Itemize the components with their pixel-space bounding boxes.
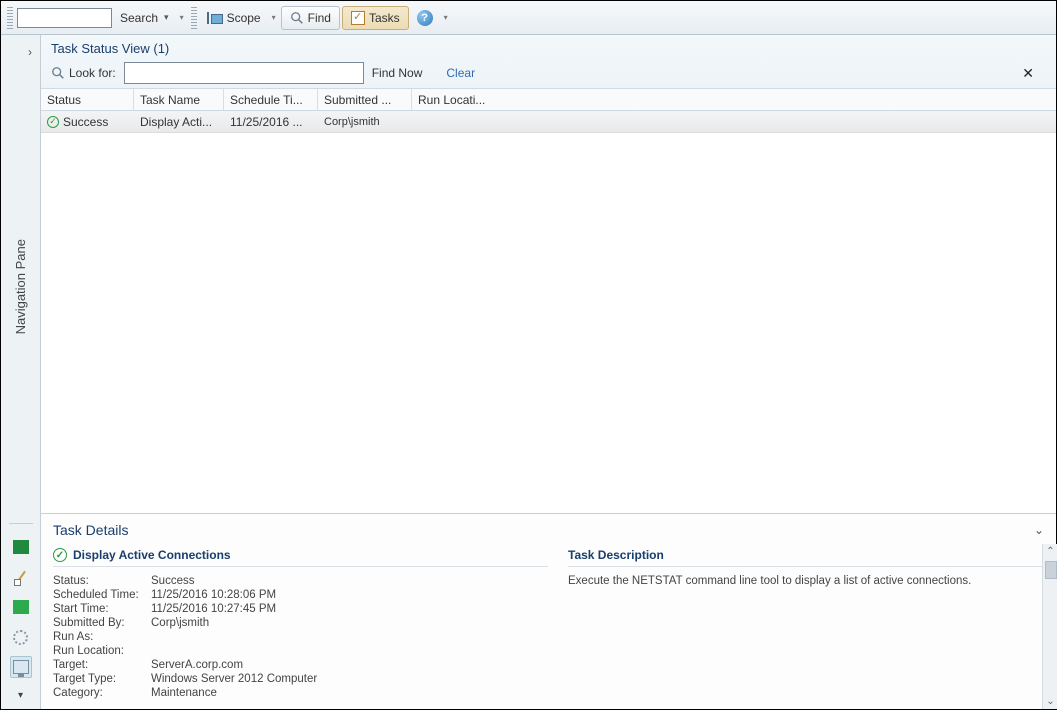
lookfor-row: Look for: Find Now Clear ✕ — [51, 62, 1046, 84]
help-icon: ? — [417, 10, 433, 26]
view-title: Task Status View (1) — [51, 41, 1046, 56]
gear-icon — [13, 630, 28, 645]
monitor-icon — [13, 540, 29, 554]
toolbar-overflow-1[interactable]: ▾ — [177, 13, 187, 22]
scroll-down-arrow-icon[interactable]: ⌄ — [1046, 694, 1054, 709]
toolbar-overflow-2[interactable]: ▾ — [269, 13, 279, 22]
kv-runas: Run As: — [53, 631, 548, 643]
details-scrollbar[interactable]: ⌃ ⌄ — [1042, 544, 1057, 709]
kv-scheduled: Scheduled Time:11/25/2016 10:28:06 PM — [53, 589, 548, 601]
main-toolbar: Search ▾ Scope ▾ Find Tasks ? ▾ — [1, 1, 1056, 35]
success-icon: ✓ — [47, 116, 59, 128]
success-icon: ✓ — [53, 548, 67, 562]
toolbar-gripper-2 — [191, 7, 197, 29]
scroll-thumb[interactable] — [1045, 561, 1057, 579]
help-button[interactable]: ? — [411, 6, 439, 30]
body-area: › Navigation Pane ▾ Task Status View (1) — [1, 35, 1056, 709]
lookfor-magnifier-icon — [51, 66, 65, 80]
col-header-submitted[interactable]: Submitted ... — [318, 89, 412, 110]
nav-icon-authoring[interactable] — [10, 566, 32, 588]
cell-taskname: Display Acti... — [134, 115, 224, 129]
kv-submitted: Submitted By:Corp\jsmith — [53, 617, 548, 629]
lookfor-input[interactable] — [124, 62, 364, 84]
details-right-column: Task Description Execute the NETSTAT com… — [568, 548, 1048, 701]
scope-icon — [207, 11, 223, 25]
nav-icon-monitoring[interactable] — [10, 536, 32, 558]
pencil-icon — [13, 569, 29, 585]
table-row[interactable]: ✓ Success Display Acti... 11/25/2016 ...… — [41, 111, 1056, 133]
col-header-status[interactable]: Status — [41, 89, 134, 110]
nav-collapse-arrow-icon[interactable]: ▾ — [18, 690, 23, 701]
view-header: Task Status View (1) Look for: Find Now … — [41, 35, 1056, 89]
report-icon — [13, 600, 29, 614]
main-content: Task Status View (1) Look for: Find Now … — [41, 35, 1056, 709]
col-header-schedule[interactable]: Schedule Ti... — [224, 89, 318, 110]
toolbar-gripper — [7, 7, 13, 29]
nav-icon-reporting[interactable] — [10, 596, 32, 618]
cell-submitted: Corp\jsmith — [318, 116, 412, 128]
task-description-title: Task Description — [568, 548, 1048, 567]
tasks-button[interactable]: Tasks — [342, 6, 409, 30]
kv-runloc: Run Location: — [53, 645, 548, 657]
lookfor-label: Look for: — [69, 66, 116, 80]
cell-status: ✓ Success — [41, 115, 134, 129]
details-collapse-chevron-icon[interactable]: ⌄ — [1034, 523, 1044, 537]
cell-schedule: 11/25/2016 ... — [224, 115, 318, 129]
grid-header: Status Task Name Schedule Ti... Submitte… — [41, 89, 1056, 111]
tasks-label: Tasks — [369, 11, 400, 25]
toolbar-overflow-3[interactable]: ▾ — [441, 13, 451, 22]
cell-status-text: Success — [63, 115, 108, 129]
app-window: Search ▾ Scope ▾ Find Tasks ? ▾ › Naviga… — [0, 0, 1057, 710]
task-title-text: Display Active Connections — [73, 548, 231, 562]
nav-icon-workspace[interactable] — [10, 656, 32, 678]
nav-icon-admin[interactable] — [10, 626, 32, 648]
tasks-icon — [351, 11, 365, 25]
task-description-text: Execute the NETSTAT command line tool to… — [568, 575, 1048, 587]
scroll-up-arrow-icon[interactable]: ⌃ — [1046, 544, 1054, 559]
task-title-row: ✓ Display Active Connections — [53, 548, 548, 567]
close-icon[interactable]: ✕ — [1022, 65, 1046, 82]
kv-targettype: Target Type:Windows Server 2012 Computer — [53, 673, 548, 685]
nav-icon-stack: ▾ — [9, 521, 33, 709]
find-label: Find — [308, 11, 331, 25]
col-header-taskname[interactable]: Task Name — [134, 89, 224, 110]
task-details-header: Task Details ⌄ — [41, 514, 1056, 544]
lookfor-label-group: Look for: — [51, 66, 116, 80]
task-details-title: Task Details — [53, 522, 128, 538]
scope-button[interactable]: Scope — [201, 6, 267, 30]
col-header-runlocation[interactable]: Run Locati... — [412, 89, 502, 110]
kv-category: Category:Maintenance — [53, 687, 548, 699]
kv-target: Target:ServerA.corp.com — [53, 659, 548, 671]
nav-expand-chevron-icon[interactable]: › — [28, 45, 40, 59]
nav-separator — [9, 523, 33, 524]
magnifier-icon — [290, 11, 304, 25]
search-input[interactable] — [17, 8, 112, 28]
find-button[interactable]: Find — [281, 6, 340, 30]
workspace-icon — [13, 660, 29, 674]
kv-start: Start Time:11/25/2016 10:27:45 PM — [53, 603, 548, 615]
grid-body: ✓ Success Display Acti... 11/25/2016 ...… — [41, 111, 1056, 513]
search-dropdown[interactable]: Search — [114, 6, 175, 30]
task-details-panel: Task Details ⌄ ✓ Display Active Connecti… — [41, 513, 1056, 709]
findnow-link[interactable]: Find Now — [372, 66, 423, 80]
kv-status: Status:Success — [53, 575, 548, 587]
task-details-body: ✓ Display Active Connections Status:Succ… — [41, 544, 1056, 709]
scope-label: Scope — [227, 11, 261, 25]
details-left-column: ✓ Display Active Connections Status:Succ… — [53, 548, 548, 701]
clear-link[interactable]: Clear — [446, 66, 475, 80]
navigation-pane-collapsed: › Navigation Pane ▾ — [1, 35, 41, 709]
navigation-pane-label[interactable]: Navigation Pane — [13, 239, 28, 334]
